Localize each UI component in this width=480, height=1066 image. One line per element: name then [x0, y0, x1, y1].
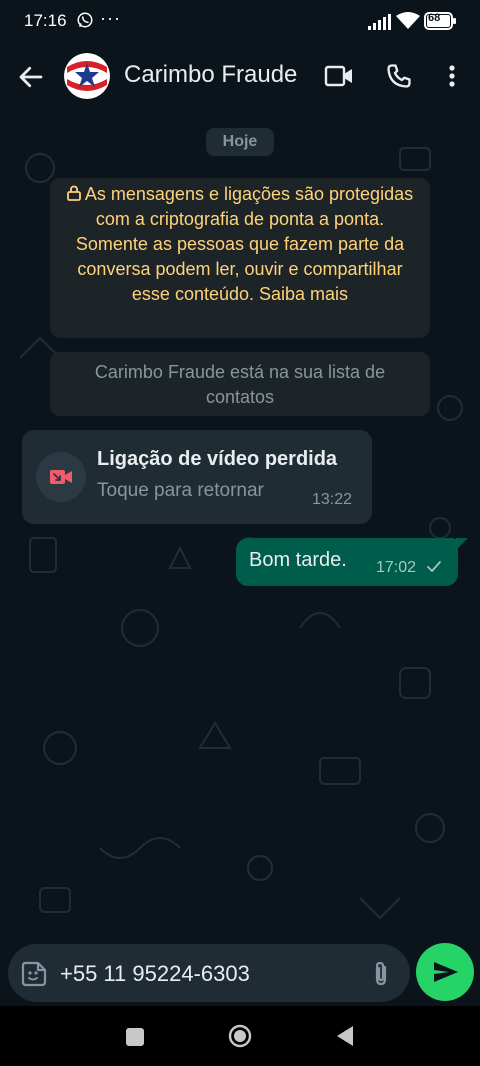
- home-button[interactable]: [228, 1024, 252, 1048]
- encryption-notice[interactable]: As mensagens e ligações são protegidas c…: [50, 178, 430, 338]
- encryption-notice-text: As mensagens e ligações são protegidas c…: [75, 184, 414, 304]
- sticker-icon[interactable]: [20, 960, 48, 988]
- chat-area[interactable]: Hoje As mensagens e ligações são protegi…: [0, 108, 480, 940]
- signal-icon: [368, 14, 391, 30]
- message-text: Bom tarde.: [249, 549, 347, 571]
- battery-level: 68: [428, 12, 441, 24]
- bubble-tail: [456, 538, 468, 550]
- lock-icon: [66, 185, 81, 201]
- more-notifications-icon: ···: [100, 8, 121, 28]
- contact-name[interactable]: Carimbo Fraude: [124, 61, 297, 89]
- missed-call-icon-wrap: [36, 452, 86, 502]
- message-input[interactable]: [60, 961, 360, 987]
- send-button[interactable]: [416, 943, 474, 1001]
- whatsapp-notification-icon: [77, 12, 93, 28]
- back-arrow-icon[interactable]: [16, 62, 46, 92]
- encryption-notice-text-wrap: As mensagens e ligações são protegidas c…: [60, 182, 420, 307]
- message-input-container[interactable]: [8, 944, 410, 1002]
- missed-call-subtitle: Toque para retornar: [97, 480, 264, 501]
- date-chip: Hoje: [206, 128, 274, 156]
- contact-notice-text: Carimbo Fraude está na sua lista de cont…: [94, 362, 386, 407]
- input-bar: [0, 940, 480, 1006]
- wifi-icon: [396, 12, 420, 29]
- attach-icon[interactable]: [370, 960, 392, 988]
- contact-logo-icon: [64, 53, 110, 99]
- voice-call-icon[interactable]: [385, 62, 413, 90]
- more-options-icon[interactable]: [440, 62, 464, 90]
- outgoing-message-bubble[interactable]: Bom tarde. 17:02: [236, 538, 458, 586]
- nav-back-button[interactable]: [336, 1025, 354, 1047]
- avatar[interactable]: [64, 53, 110, 99]
- status-bar: 17:16 ··· 68: [0, 0, 480, 44]
- missed-call-title: Ligação de vídeo perdida: [97, 448, 338, 470]
- missed-call-time: 13:22: [312, 491, 353, 508]
- contact-notice: Carimbo Fraude está na sua lista de cont…: [50, 352, 430, 416]
- status-time: 17:16: [24, 11, 67, 30]
- chat-header: Carimbo Fraude: [0, 44, 480, 108]
- send-icon: [434, 962, 458, 982]
- missed-video-call-bubble[interactable]: Ligação de vídeo perdida Toque para reto…: [22, 430, 372, 524]
- sent-check-icon: [427, 561, 441, 572]
- recents-button[interactable]: [126, 1028, 144, 1046]
- message-time: 17:02: [376, 559, 417, 576]
- missed-video-call-icon: [50, 470, 72, 484]
- system-navigation-bar: [0, 1006, 480, 1066]
- video-call-icon[interactable]: [324, 64, 354, 88]
